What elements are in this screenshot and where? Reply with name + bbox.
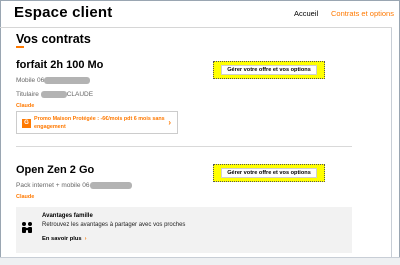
promo-banner[interactable]: G Promo Maison Protégée : -6€/mois pdt 6… — [16, 111, 178, 134]
learn-more-link[interactable]: En savoir plus › — [42, 236, 87, 242]
learn-more-label: En savoir plus — [42, 236, 82, 242]
contract-name: Open Zen 2 Go — [16, 164, 95, 176]
contract-owner-link[interactable]: Claude — [16, 103, 34, 109]
family-title: Avantages famille — [42, 213, 93, 219]
contract-pack-line: Pack internet + mobile 06 — [16, 182, 132, 189]
family-advantages-card: Avantages famille Retrouvez les avantage… — [16, 207, 352, 253]
redacted-phone — [89, 182, 132, 189]
scroll-edge — [391, 28, 392, 258]
contract-holder-line: Titulaire CLAUDE — [16, 91, 93, 98]
redacted-name — [40, 91, 67, 98]
contract-phone-line: Mobile 06 — [16, 77, 91, 85]
manage-offer-button[interactable]: Gérer votre offre et vos options — [213, 61, 325, 79]
contract-holder-suffix: CLAUDE — [66, 91, 94, 99]
nav-contrats-link[interactable]: Contrats et options — [331, 9, 394, 18]
page-title: Vos contrats — [16, 32, 91, 46]
contract-divider — [16, 146, 352, 147]
window-bottom-edge — [0, 257, 400, 265]
brand-title: Espace client — [14, 4, 113, 21]
contract-phone-prefix: Mobile 06 — [16, 77, 45, 85]
nav-accueil-link[interactable]: Accueil — [294, 9, 318, 18]
header-divider — [0, 27, 392, 28]
promo-text: Promo Maison Protégée : -6€/mois pdt 6 m… — [34, 116, 165, 130]
manage-offer-button[interactable]: Gérer votre offre et vos options — [213, 164, 325, 182]
title-accent-rule — [16, 46, 24, 48]
contract-pack-prefix: Pack internet + mobile 06 — [16, 182, 90, 190]
promo-badge-icon: G — [22, 119, 31, 128]
family-description: Retrouvez les avantages à partager avec … — [42, 222, 186, 228]
manage-offer-label: Gérer votre offre et vos options — [221, 168, 317, 178]
family-icon — [22, 222, 32, 233]
contract-owner-link[interactable]: Claude — [16, 194, 34, 200]
redacted-phone — [44, 77, 91, 84]
contract-holder-prefix: Titulaire — [16, 91, 39, 99]
chevron-right-icon: › — [84, 236, 87, 242]
chevron-right-icon: › — [168, 118, 171, 127]
manage-offer-label: Gérer votre offre et vos options — [221, 65, 317, 75]
contract-name: forfait 2h 100 Mo — [16, 59, 104, 71]
top-bar: Espace client Accueil Contrats et option… — [0, 0, 400, 28]
